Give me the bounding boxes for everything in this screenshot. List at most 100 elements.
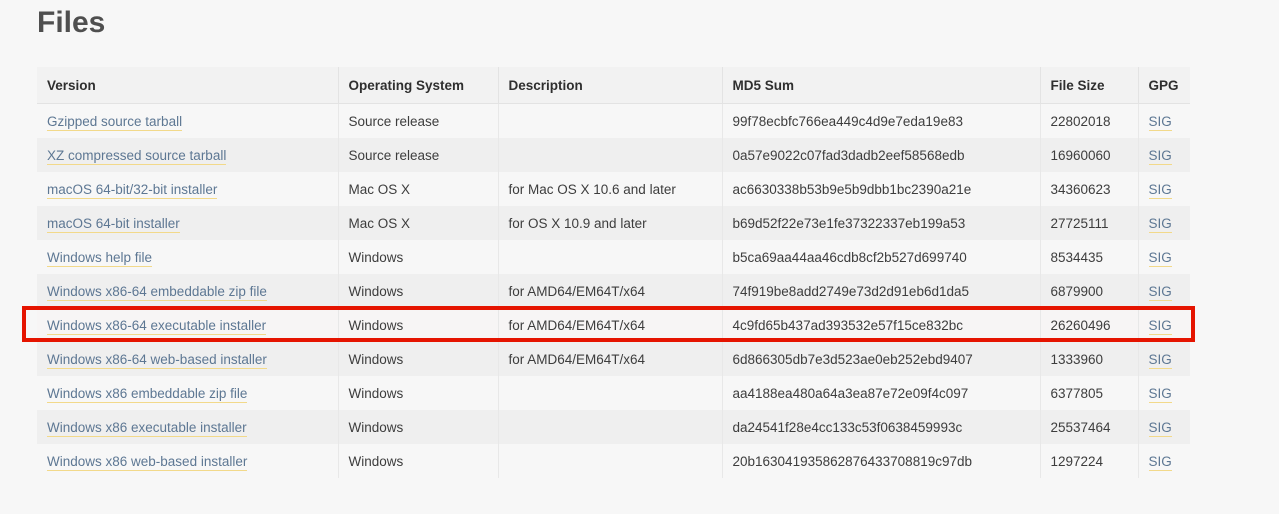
table-row: macOS 64-bit installer Mac OS Xfor OS X 1…: [37, 206, 1190, 240]
cell-description: [497, 103, 722, 138]
cell-md5: da24541f28e4cc133c53f0638459993c: [721, 410, 1040, 444]
cell-gpg: SIG: [1137, 240, 1190, 274]
cell-description: for AMD64/EM64T/x64: [497, 342, 722, 376]
cell-description: [497, 376, 722, 410]
table-row: XZ compressed source tarball Source relea…: [37, 138, 1190, 172]
cell-gpg: SIG: [1137, 308, 1190, 342]
cell-os: Windows: [337, 444, 498, 478]
download-link[interactable]: XZ compressed source tarball: [47, 147, 227, 165]
cell-version: macOS 64-bit/32-bit installer: [37, 172, 338, 206]
gpg-sig-link[interactable]: SIG: [1148, 181, 1172, 199]
cell-md5: b5ca69aa44aa46cdb8cf2b527d699740: [721, 240, 1040, 274]
cell-md5: 99f78ecbfc766ea449c4d9e7eda19e83: [721, 103, 1040, 138]
cell-os: Windows: [337, 274, 498, 308]
cell-size: 25537464: [1039, 410, 1138, 444]
column-header-version: Version: [37, 67, 338, 104]
cell-gpg: SIG: [1137, 206, 1190, 240]
cell-md5: 74f919be8add2749e73d2d91eb6d1da5: [721, 274, 1040, 308]
files-page: Files Version Operating System Descripti…: [0, 0, 1279, 514]
cell-os: Windows: [337, 308, 498, 342]
table-row: Windows help file Windows b5ca69aa44aa46cd…: [37, 240, 1190, 274]
download-link[interactable]: Windows x86 executable installer: [47, 419, 247, 437]
table-header-row: Version Operating System Description MD5…: [37, 67, 1190, 104]
cell-size: 22802018: [1039, 103, 1138, 138]
cell-gpg: SIG: [1137, 274, 1190, 308]
download-link[interactable]: Windows x86-64 web-based installer: [47, 351, 267, 369]
download-link[interactable]: Windows x86-64 embeddable zip file: [47, 283, 267, 301]
cell-md5: 20b163041935862876433708819c97db: [721, 444, 1040, 478]
cell-version: Windows x86 executable installer: [37, 410, 338, 444]
download-link[interactable]: Windows x86 embeddable zip file: [47, 385, 248, 403]
cell-description: [497, 240, 722, 274]
table-row: Gzipped source tarball Source release 99f7…: [37, 103, 1190, 139]
column-header-gpg: GPG: [1137, 67, 1190, 104]
cell-os: Windows: [337, 376, 498, 410]
cell-version: Gzipped source tarball: [37, 104, 338, 139]
column-header-filesize: File Size: [1039, 67, 1138, 104]
download-link[interactable]: macOS 64-bit installer: [47, 215, 180, 233]
gpg-sig-link[interactable]: SIG: [1148, 317, 1172, 335]
download-link[interactable]: macOS 64-bit/32-bit installer: [47, 181, 218, 199]
download-link[interactable]: Windows x86-64 executable installer: [47, 317, 267, 335]
table-row: Windows x86 web-based installer Windows 20…: [37, 444, 1190, 478]
page-title: Files: [37, 6, 106, 39]
cell-size: 1333960: [1039, 342, 1138, 376]
download-link[interactable]: Windows help file: [47, 249, 153, 267]
cell-description: for OS X 10.9 and later: [497, 206, 722, 240]
files-table-head: Version Operating System Description MD5…: [37, 67, 1190, 104]
cell-gpg: SIG: [1137, 376, 1190, 410]
gpg-sig-link[interactable]: SIG: [1148, 147, 1172, 165]
gpg-sig-link[interactable]: SIG: [1148, 113, 1172, 131]
cell-md5: 6d866305db7e3d523ae0eb252ebd9407: [721, 342, 1040, 376]
cell-size: 8534435: [1039, 240, 1138, 274]
cell-description: [497, 444, 722, 478]
download-link[interactable]: Windows x86 web-based installer: [47, 453, 248, 471]
cell-md5: 0a57e9022c07fad3dadb2eef58568edb: [721, 138, 1040, 172]
column-header-os: Operating System: [337, 67, 498, 104]
cell-version: Windows x86 embeddable zip file: [37, 376, 338, 410]
cell-md5: ac6630338b53b9e5b9dbb1bc2390a21e: [721, 172, 1040, 206]
files-table-body: Gzipped source tarball Source release 99f7…: [37, 103, 1190, 478]
table-row: Windows x86-64 executable installer Windo…: [37, 308, 1190, 342]
cell-description: for Mac OS X 10.6 and later: [497, 172, 722, 206]
cell-gpg: SIG: [1137, 342, 1190, 376]
cell-version: XZ compressed source tarball: [37, 138, 338, 172]
cell-description: for AMD64/EM64T/x64: [497, 274, 722, 308]
cell-description: for AMD64/EM64T/x64: [497, 308, 722, 342]
cell-os: Mac OS X: [337, 206, 498, 240]
cell-gpg: SIG: [1137, 103, 1190, 138]
cell-os: Windows: [337, 342, 498, 376]
gpg-sig-link[interactable]: SIG: [1148, 283, 1172, 301]
gpg-sig-link[interactable]: SIG: [1148, 385, 1172, 403]
cell-version: Windows x86 web-based installer: [37, 444, 338, 478]
cell-version: macOS 64-bit installer: [37, 206, 338, 240]
cell-gpg: SIG: [1137, 138, 1190, 172]
gpg-sig-link[interactable]: SIG: [1148, 351, 1172, 369]
table-row: Windows x86 embeddable zip file Windows aa…: [37, 376, 1190, 410]
gpg-sig-link[interactable]: SIG: [1148, 249, 1172, 267]
table-row: Windows x86-64 web-based installer Window…: [37, 342, 1190, 376]
gpg-sig-link[interactable]: SIG: [1148, 453, 1172, 471]
gpg-sig-link[interactable]: SIG: [1148, 419, 1172, 437]
cell-size: 1297224: [1039, 444, 1138, 478]
cell-os: Windows: [337, 240, 498, 274]
cell-gpg: SIG: [1137, 410, 1190, 444]
column-header-description: Description: [497, 67, 722, 104]
table-row: Windows x86 executable installer Windows d…: [37, 410, 1190, 444]
cell-md5: b69d52f22e73e1fe37322337eb199a53: [721, 206, 1040, 240]
gpg-sig-link[interactable]: SIG: [1148, 215, 1172, 233]
cell-os: Mac OS X: [337, 172, 498, 206]
files-table-container: Version Operating System Description MD5…: [37, 67, 1190, 478]
cell-version: Windows x86-64 executable installer: [37, 308, 338, 342]
cell-md5: 4c9fd65b437ad393532e57f15ce832bc: [721, 308, 1040, 342]
cell-md5: aa4188ea480a64a3ea87e72e09f4c097: [721, 376, 1040, 410]
cell-os: Source release: [337, 138, 498, 172]
column-header-md5: MD5 Sum: [721, 67, 1040, 104]
cell-size: 6879900: [1039, 274, 1138, 308]
cell-size: 26260496: [1039, 308, 1138, 342]
cell-gpg: SIG: [1137, 172, 1190, 206]
cell-size: 27725111: [1039, 206, 1138, 240]
cell-gpg: SIG: [1137, 444, 1190, 478]
download-link[interactable]: Gzipped source tarball: [47, 113, 183, 131]
cell-os: Source release: [337, 103, 498, 138]
